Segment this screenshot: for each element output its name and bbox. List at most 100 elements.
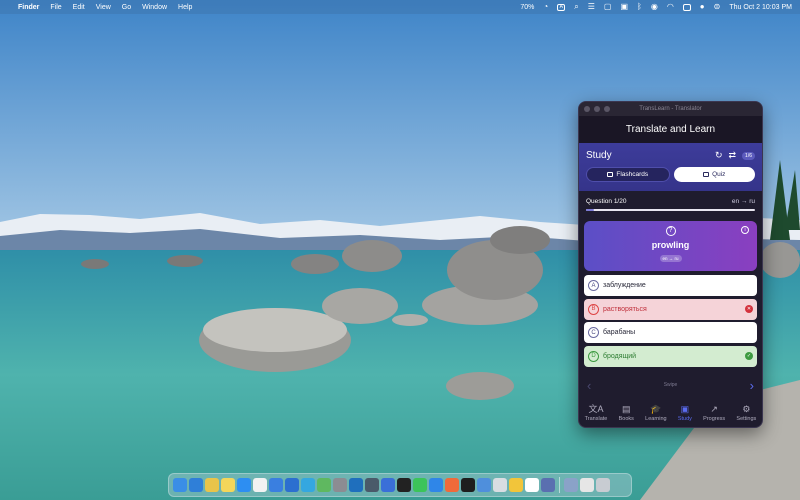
- vpn-icon[interactable]: [381, 478, 395, 492]
- menu-edit[interactable]: Edit: [73, 4, 85, 11]
- tab-learning[interactable]: 🎓 Learning: [645, 404, 666, 422]
- downloads-icon[interactable]: [564, 478, 578, 492]
- flashcards-tab[interactable]: Flashcards: [586, 167, 670, 182]
- question-icon: ?: [665, 226, 676, 236]
- status-area: 70% ◔ A ⌕ ☰ ▢ ▣ ᛒ ◉ ◠ ● ⊜ Thu Oct 2 10:0…: [520, 3, 792, 11]
- swipe-hint: Swipe: [663, 382, 678, 388]
- battery-percent[interactable]: 70%: [520, 4, 534, 11]
- answer-text: барабаны: [603, 329, 636, 336]
- cards-icon: ▣: [680, 404, 690, 414]
- swift-icon[interactable]: [445, 478, 459, 492]
- calendar-date-icon[interactable]: [525, 478, 539, 492]
- answer-letter: B: [588, 303, 599, 315]
- study-panel: Study ↻ ⇄ 1/6 Flashcards Quiz: [579, 143, 762, 191]
- messages-icon[interactable]: [413, 478, 427, 492]
- notes-icon[interactable]: [221, 478, 235, 492]
- quiz-progress: Question 1/20 en → ru: [579, 191, 762, 211]
- siri-icon[interactable]: ●: [700, 3, 705, 11]
- appstore-dev-icon[interactable]: [429, 478, 443, 492]
- question-counter: Question 1/20: [586, 198, 627, 205]
- study-title: Study: [586, 150, 612, 161]
- tab-books[interactable]: ▤ Books: [619, 404, 634, 422]
- info-icon[interactable]: i: [741, 226, 749, 234]
- swap-icon[interactable]: ⇄: [729, 151, 737, 160]
- book-icon: ▤: [622, 404, 631, 414]
- answer-text: бродящий: [603, 352, 637, 360]
- trash-icon[interactable]: [596, 478, 610, 492]
- wrong-icon: ✕: [745, 305, 753, 313]
- mode-toggle: Flashcards Quiz: [586, 167, 755, 182]
- files-icon[interactable]: [477, 478, 491, 492]
- answer-option-b[interactable]: B растворяться ✕: [584, 298, 757, 320]
- xcode-icon[interactable]: [285, 478, 299, 492]
- tab-label: Translate: [584, 416, 608, 422]
- answer-text: растворяться: [603, 305, 647, 313]
- translearn-window: TransLearn - Translator Translate and Le…: [578, 101, 763, 428]
- menu-go[interactable]: Go: [122, 4, 131, 11]
- flashcards-icon: [607, 172, 614, 177]
- document-icon[interactable]: [580, 478, 594, 492]
- tab-study[interactable]: ▣ Study: [678, 404, 692, 422]
- tab-label: Progress: [703, 416, 726, 422]
- answer-option-a[interactable]: A заблуждение: [584, 275, 757, 296]
- keyboard-input-icon[interactable]: A: [557, 3, 566, 11]
- menu-window[interactable]: Window: [142, 4, 167, 11]
- answer-letter: D: [588, 350, 599, 362]
- menu-finder[interactable]: Finder: [18, 4, 39, 11]
- graduation-cap-icon: 🎓: [650, 404, 662, 414]
- telegram-icon[interactable]: [301, 478, 315, 492]
- mail-icon[interactable]: [269, 478, 283, 492]
- menu-bar: Finder File Edit View Go Window Help 70%…: [0, 0, 800, 14]
- quiz-label: Quiz: [712, 171, 726, 178]
- answer-text: заблуждение: [603, 282, 646, 289]
- bottom-tab-bar: 文A Translate ▤ Books 🎓 Learning ▣ Study …: [579, 399, 762, 427]
- finder-icon[interactable]: [173, 478, 187, 492]
- answer-option-c[interactable]: C барабаны: [584, 322, 757, 343]
- menu-view[interactable]: View: [96, 4, 111, 11]
- control-icon[interactable]: ☰: [588, 3, 595, 11]
- app-header-title: Translate and Learn: [579, 116, 762, 143]
- app-store-icon[interactable]: [237, 478, 251, 492]
- tab-label: Books: [618, 416, 634, 422]
- bluetooth-icon[interactable]: ᛒ: [637, 3, 642, 11]
- settings-app-icon[interactable]: [333, 478, 347, 492]
- search-icon[interactable]: ⌕: [574, 3, 578, 11]
- tips-icon[interactable]: [509, 478, 523, 492]
- trello-icon[interactable]: [349, 478, 363, 492]
- translearn-icon[interactable]: [541, 478, 555, 492]
- menu-file[interactable]: File: [50, 4, 61, 11]
- tab-progress[interactable]: ↗ Progress: [703, 404, 725, 422]
- tab-label: Learning: [645, 416, 667, 422]
- wifi-icon[interactable]: ◠: [667, 3, 674, 11]
- quiz-tab[interactable]: Quiz: [673, 167, 755, 182]
- calendar-icon[interactable]: [253, 478, 267, 492]
- progress-bar: [586, 209, 755, 211]
- battery-icon[interactable]: [682, 3, 691, 11]
- safari-icon[interactable]: [189, 478, 203, 492]
- terminal-icon[interactable]: [461, 478, 475, 492]
- translate-icon: 文A: [588, 404, 604, 414]
- control-center-icon[interactable]: ⊜: [714, 3, 721, 11]
- trend-icon: ↗: [710, 404, 718, 414]
- scanner-icon[interactable]: [493, 478, 507, 492]
- refresh-icon[interactable]: ↻: [715, 151, 723, 160]
- menubar-clock[interactable]: Thu Oct 2 10:03 PM: [729, 4, 792, 11]
- window-titlebar[interactable]: TransLearn - Translator: [579, 102, 762, 116]
- github-icon[interactable]: [397, 478, 411, 492]
- notification-icon[interactable]: ◉: [651, 3, 658, 11]
- quiz-navigation: ‹ Swipe ›: [579, 378, 762, 393]
- window-icon[interactable]: ▣: [620, 3, 628, 11]
- answer-letter: A: [588, 280, 599, 291]
- preview-icon[interactable]: [365, 478, 379, 492]
- tab-translate[interactable]: 文A Translate: [585, 404, 608, 422]
- language-pair: en → ru: [731, 198, 755, 205]
- tab-settings[interactable]: ⚙ Settings: [736, 404, 756, 422]
- tab-label: Study: [677, 416, 692, 422]
- answer-option-d[interactable]: D бродящий ✓: [584, 345, 757, 367]
- chrome-icon[interactable]: [205, 478, 219, 492]
- screen-icon[interactable]: ▢: [604, 3, 612, 11]
- menu-help[interactable]: Help: [178, 4, 192, 11]
- window-title: TransLearn - Translator: [639, 106, 702, 112]
- maps-icon[interactable]: [317, 478, 331, 492]
- activity-icon[interactable]: ◔: [543, 3, 548, 11]
